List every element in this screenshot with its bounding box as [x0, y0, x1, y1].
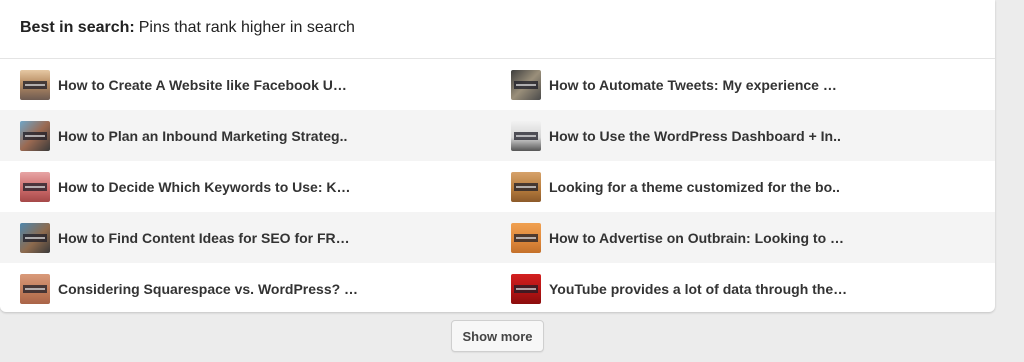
- card-header: Best in search: Pins that rank higher in …: [0, 0, 995, 59]
- pin-thumbnail: [511, 171, 541, 202]
- pin-row: Considering Squarespace vs. WordPress? ……: [0, 263, 995, 312]
- pin-title: How to Find Content Ideas for SEO for FR…: [58, 229, 350, 246]
- pin-thumbnail: [20, 273, 50, 304]
- pin-item[interactable]: How to Automate Tweets: My experience …: [497, 59, 994, 110]
- pin-title: YouTube provides a lot of data through t…: [549, 280, 848, 297]
- pin-item[interactable]: YouTube provides a lot of data through t…: [497, 263, 994, 312]
- pin-thumbnail: [20, 120, 50, 151]
- pin-thumbnail: [20, 171, 50, 202]
- pin-title: How to Automate Tweets: My experience …: [549, 76, 837, 93]
- pin-title: Considering Squarespace vs. WordPress? …: [58, 280, 359, 297]
- pin-thumbnail: [511, 120, 541, 151]
- pin-thumbnail: [511, 69, 541, 100]
- pin-title: How to Advertise on Outbrain: Looking to…: [549, 229, 845, 246]
- pin-item[interactable]: How to Decide Which Keywords to Use: K…: [0, 161, 497, 212]
- pin-thumbnail: [20, 222, 50, 253]
- pin-title: How to Plan an Inbound Marketing Strateg…: [58, 127, 348, 144]
- pin-item[interactable]: How to Plan an Inbound Marketing Strateg…: [0, 110, 497, 161]
- pin-grid: How to Create A Website like Facebook U……: [0, 59, 995, 312]
- header-description: Pins that rank higher in search: [138, 19, 355, 36]
- best-in-search-card: Best in search: Pins that rank higher in …: [0, 0, 995, 312]
- pin-item[interactable]: Looking for a theme customized for the b…: [497, 161, 994, 212]
- pin-row: How to Create A Website like Facebook U……: [0, 59, 995, 110]
- pin-row: How to Plan an Inbound Marketing Strateg…: [0, 110, 995, 161]
- pin-thumbnail: [511, 273, 541, 304]
- header-label: Best in search:: [20, 19, 135, 36]
- pin-row: How to Find Content Ideas for SEO for FR…: [0, 212, 995, 263]
- pin-title: How to Decide Which Keywords to Use: K…: [58, 178, 351, 195]
- pin-row: How to Decide Which Keywords to Use: K… …: [0, 161, 995, 212]
- pin-thumbnail: [511, 222, 541, 253]
- pin-title: Looking for a theme customized for the b…: [549, 178, 840, 195]
- show-more-button[interactable]: Show more: [451, 320, 544, 352]
- pin-item[interactable]: Considering Squarespace vs. WordPress? …: [0, 263, 497, 312]
- pin-item[interactable]: How to Create A Website like Facebook U…: [0, 59, 497, 110]
- pin-item[interactable]: How to Find Content Ideas for SEO for FR…: [0, 212, 497, 263]
- pin-thumbnail: [20, 69, 50, 100]
- pin-title: How to Create A Website like Facebook U…: [58, 76, 347, 93]
- pin-title: How to Use the WordPress Dashboard + In.…: [549, 127, 841, 144]
- pin-item[interactable]: How to Use the WordPress Dashboard + In.…: [497, 110, 994, 161]
- pin-item[interactable]: How to Advertise on Outbrain: Looking to…: [497, 212, 994, 263]
